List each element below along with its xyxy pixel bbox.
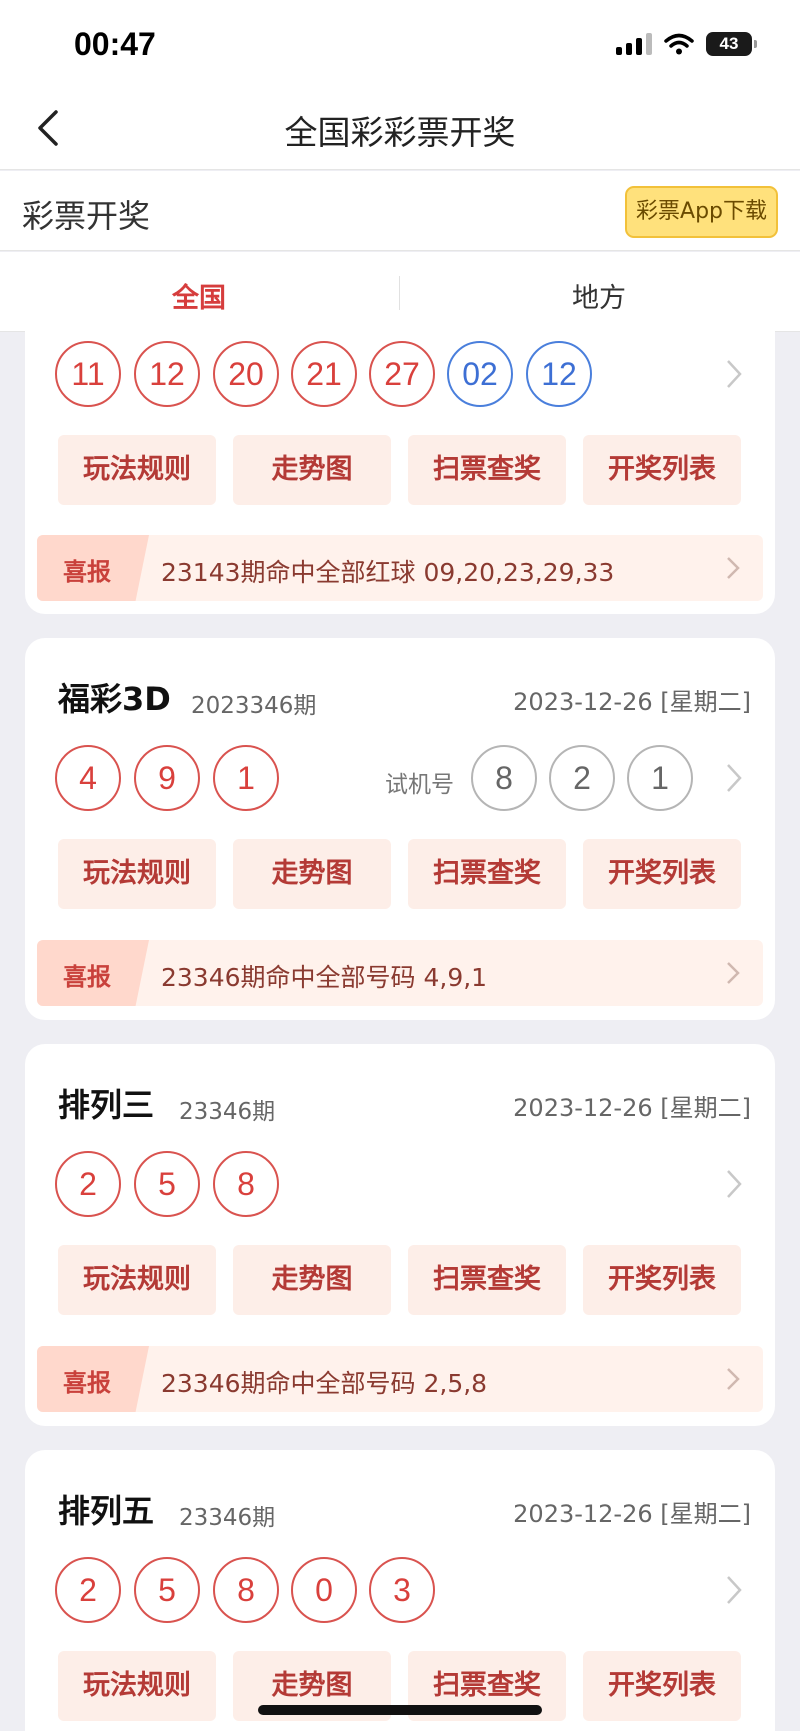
news-text: 23346期命中全部号码 2,5,8 <box>161 1369 488 1398</box>
lottery-card: 福彩3D 2023346期 2023-12-26 [星期二] 4 9 1 试机号… <box>25 638 775 1020</box>
red-ball: 11 <box>55 341 121 407</box>
trial-ball: 8 <box>471 745 537 811</box>
lottery-card: 11 12 20 21 27 02 12 玩法规则 走势图 扫票查奖 开奖列表 … <box>25 310 775 614</box>
red-ball: 3 <box>369 1557 435 1623</box>
tab-divider <box>399 276 400 310</box>
draw-list-button[interactable]: 开奖列表 <box>583 1245 741 1315</box>
status-time: 00:47 <box>74 26 156 62</box>
lottery-card: 排列五 23346期 2023-12-26 [星期二] 2 5 8 0 3 玩法… <box>25 1450 775 1731</box>
draw-date: 2023-12-26 [星期二] <box>513 1500 751 1528</box>
red-ball: 4 <box>55 745 121 811</box>
chevron-right-icon[interactable] <box>723 357 745 391</box>
news-badge-label: 喜报 <box>63 1369 111 1397</box>
red-ball: 0 <box>291 1557 357 1623</box>
section-header: 彩票开奖 彩票App下载 <box>0 171 800 251</box>
rules-button[interactable]: 玩法规则 <box>58 1245 216 1315</box>
nav-bar: 全国彩彩票开奖 <box>0 86 800 170</box>
trend-chart-button[interactable]: 走势图 <box>233 435 391 505</box>
red-ball: 2 <box>55 1557 121 1623</box>
lottery-card: 排列三 23346期 2023-12-26 [星期二] 2 5 8 玩法规则 走… <box>25 1044 775 1426</box>
good-news-bar[interactable]: 喜报 23143期命中全部红球 09,20,23,29,33 <box>37 535 763 601</box>
red-ball: 8 <box>213 1151 279 1217</box>
red-ball: 27 <box>369 341 435 407</box>
red-ball: 5 <box>134 1557 200 1623</box>
wifi-icon <box>664 33 694 55</box>
chevron-right-icon[interactable] <box>723 1167 745 1201</box>
red-ball: 5 <box>134 1151 200 1217</box>
chevron-right-icon <box>727 557 740 579</box>
trial-ball: 2 <box>549 745 615 811</box>
red-ball: 20 <box>213 341 279 407</box>
lottery-name: 福彩3D <box>58 680 171 718</box>
scan-ticket-button[interactable]: 扫票查奖 <box>408 1245 566 1315</box>
home-indicator[interactable] <box>258 1705 542 1715</box>
chevron-right-icon <box>727 962 740 984</box>
battery-icon: 43 <box>706 32 757 56</box>
lottery-name: 排列三 <box>58 1086 155 1124</box>
app-download-button[interactable]: 彩票App下载 <box>625 186 778 238</box>
page-title: 全国彩彩票开奖 <box>284 113 516 152</box>
news-text: 23346期命中全部号码 4,9,1 <box>161 963 488 992</box>
status-icons: 43 <box>616 32 757 56</box>
rules-button[interactable]: 玩法规则 <box>58 1651 216 1721</box>
trend-chart-button[interactable]: 走势图 <box>233 1245 391 1315</box>
lottery-period: 2023346期 <box>191 693 317 719</box>
news-badge-label: 喜报 <box>63 558 111 586</box>
red-ball: 1 <box>213 745 279 811</box>
draw-list-button[interactable]: 开奖列表 <box>583 1651 741 1721</box>
rules-button[interactable]: 玩法规则 <box>58 839 216 909</box>
trial-number-label: 试机号 <box>385 772 454 798</box>
scan-ticket-button[interactable]: 扫票查奖 <box>408 839 566 909</box>
draw-date: 2023-12-26 [星期二] <box>513 688 751 716</box>
trial-ball: 1 <box>627 745 693 811</box>
good-news-bar[interactable]: 喜报 23346期命中全部号码 4,9,1 <box>37 940 763 1006</box>
rules-button[interactable]: 玩法规则 <box>58 435 216 505</box>
red-ball: 12 <box>134 341 200 407</box>
lottery-period: 23346期 <box>179 1505 276 1531</box>
news-badge-label: 喜报 <box>63 963 111 991</box>
chevron-right-icon[interactable] <box>723 1573 745 1607</box>
scan-ticket-button[interactable]: 扫票查奖 <box>408 435 566 505</box>
lottery-period: 23346期 <box>179 1099 276 1125</box>
draw-list-button[interactable]: 开奖列表 <box>583 839 741 909</box>
chevron-right-icon <box>727 1368 740 1390</box>
section-title: 彩票开奖 <box>22 197 151 235</box>
cellular-signal-icon <box>616 33 652 55</box>
red-ball: 21 <box>291 341 357 407</box>
red-ball: 9 <box>134 745 200 811</box>
red-ball: 2 <box>55 1151 121 1217</box>
red-ball: 8 <box>213 1557 279 1623</box>
status-bar: 00:47 43 <box>0 0 800 86</box>
good-news-bar[interactable]: 喜报 23346期命中全部号码 2,5,8 <box>37 1346 763 1412</box>
blue-ball: 12 <box>526 341 592 407</box>
trend-chart-button[interactable]: 走势图 <box>233 839 391 909</box>
blue-ball: 02 <box>447 341 513 407</box>
chevron-right-icon[interactable] <box>723 761 745 795</box>
news-text: 23143期命中全部红球 09,20,23,29,33 <box>161 558 615 587</box>
lottery-name: 排列五 <box>58 1492 155 1530</box>
draw-date: 2023-12-26 [星期二] <box>513 1094 751 1122</box>
draw-list-button[interactable]: 开奖列表 <box>583 435 741 505</box>
